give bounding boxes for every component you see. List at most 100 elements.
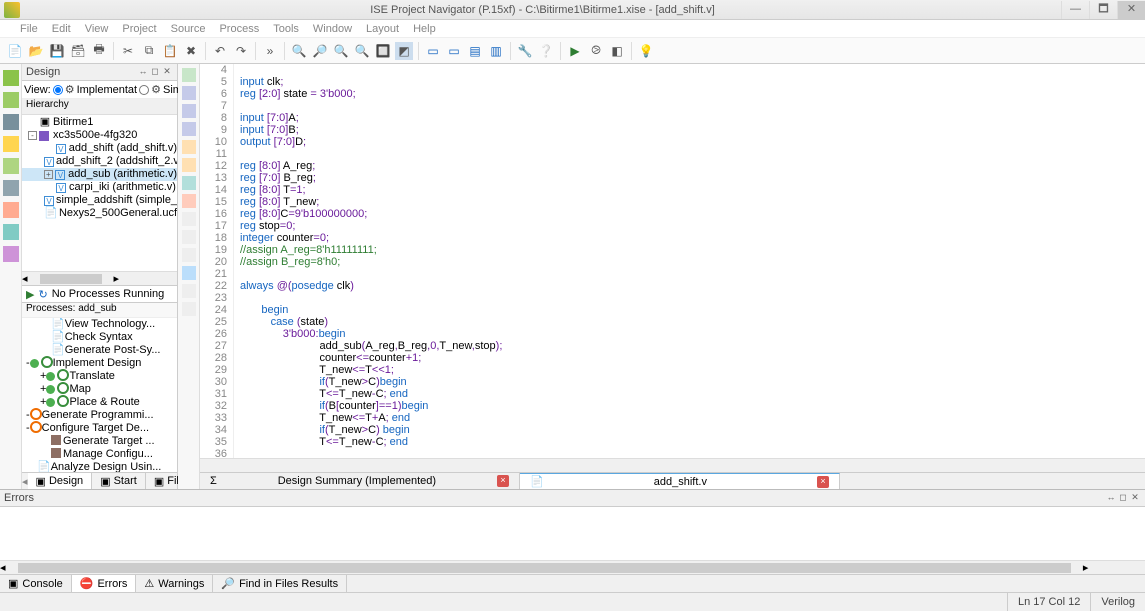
rail-icon-1[interactable] xyxy=(3,70,19,86)
errors-hscroll[interactable]: ◂▸ xyxy=(0,560,1145,574)
process-item[interactable]: -Generate Programmi... xyxy=(22,409,177,422)
menu-help[interactable]: Help xyxy=(413,23,436,35)
errors-close-icon[interactable]: ✕ xyxy=(1129,492,1141,504)
gutter-icon-6[interactable] xyxy=(182,158,196,172)
minimize-button[interactable]: — xyxy=(1061,1,1089,19)
process-item[interactable]: Generate Target ... xyxy=(22,435,177,448)
rail-icon-9[interactable] xyxy=(3,246,19,262)
gutter-icon-3[interactable] xyxy=(182,104,196,118)
window-tile2-icon[interactable]: ▭ xyxy=(445,42,463,60)
rail-icon-4[interactable] xyxy=(3,136,19,152)
play-all-icon[interactable]: ⧁ xyxy=(587,42,605,60)
view-simulation-radio[interactable] xyxy=(139,85,149,95)
gutter-icon-4[interactable] xyxy=(182,122,196,136)
errors-float-icon[interactable]: ◻ xyxy=(1117,492,1129,504)
close-button[interactable]: ✕ xyxy=(1117,1,1145,19)
left-tab-design[interactable]: ▣Design xyxy=(28,473,93,489)
bottom-tab-console[interactable]: ▣Console xyxy=(0,575,72,592)
gutter-icon-12[interactable] xyxy=(182,266,196,280)
tab-close-icon[interactable]: × xyxy=(497,475,509,487)
menu-edit[interactable]: Edit xyxy=(52,23,71,35)
menu-tools[interactable]: Tools xyxy=(273,23,299,35)
menu-project[interactable]: Project xyxy=(122,23,156,35)
menu-file[interactable]: File xyxy=(20,23,38,35)
rail-icon-3[interactable] xyxy=(3,114,19,130)
process-item[interactable]: +Place & Route xyxy=(22,396,177,409)
stop-icon[interactable]: ◧ xyxy=(608,42,626,60)
gutter-icon-10[interactable] xyxy=(182,230,196,244)
menu-window[interactable]: Window xyxy=(313,23,352,35)
cut-icon[interactable]: ✂ xyxy=(119,42,137,60)
process-item[interactable]: -Implement Design xyxy=(22,357,177,370)
hierarchy-item[interactable]: 📄Nexys2_500General.ucf xyxy=(22,207,177,220)
panel-arrow-icon[interactable]: ↔ xyxy=(137,66,149,78)
window-hsplit-icon[interactable]: ▤ xyxy=(466,42,484,60)
tab-close-icon[interactable]: × xyxy=(817,476,829,488)
wrench-icon[interactable]: 🔧 xyxy=(516,42,534,60)
zoom-in-icon[interactable]: 🔍 xyxy=(332,42,350,60)
play-icon[interactable]: ▶ xyxy=(566,42,584,60)
maximize-button[interactable]: 🗖 xyxy=(1089,1,1117,19)
panel-close-icon[interactable]: ✕ xyxy=(161,66,173,78)
rail-icon-7[interactable] xyxy=(3,202,19,218)
process-item[interactable]: -Configure Target De... xyxy=(22,422,177,435)
gutter-icon-8[interactable] xyxy=(182,194,196,208)
editor-tab[interactable]: ΣDesign Summary (Implemented)× xyxy=(200,473,520,489)
delete-icon[interactable]: ✖ xyxy=(182,42,200,60)
rail-icon-5[interactable] xyxy=(3,158,19,174)
process-item[interactable]: 📄View Technology... xyxy=(22,318,177,331)
copy-icon[interactable]: ⧉ xyxy=(140,42,158,60)
window-vsplit-icon[interactable]: ▥ xyxy=(487,42,505,60)
gutter-icon-5[interactable] xyxy=(182,140,196,154)
lightbulb-icon[interactable]: 💡 xyxy=(637,42,655,60)
play-small-icon[interactable]: ▶ xyxy=(26,288,34,301)
process-item[interactable]: Manage Configu... xyxy=(22,448,177,461)
rail-icon-2[interactable] xyxy=(3,92,19,108)
gutter-icon-11[interactable] xyxy=(182,248,196,262)
hierarchy-item[interactable]: Vadd_shift (add_shift.v) xyxy=(22,142,177,155)
find-icon[interactable]: 🔍 xyxy=(290,42,308,60)
run-step-icon[interactable]: » xyxy=(261,42,279,60)
expand-icon[interactable]: - xyxy=(28,131,37,140)
menu-layout[interactable]: Layout xyxy=(366,23,399,35)
bottom-tab-warnings[interactable]: ⚠Warnings xyxy=(136,575,213,592)
hierarchy-item[interactable]: Vcarpi_iki (arithmetic.v) xyxy=(22,181,177,194)
window-tile-icon[interactable]: ▭ xyxy=(424,42,442,60)
view-implementation-radio[interactable] xyxy=(53,85,63,95)
process-item[interactable]: 📄Analyze Design Usin... xyxy=(22,461,177,472)
processes-tree[interactable]: 📄View Technology...📄Check Syntax📄Generat… xyxy=(22,318,177,472)
bottom-tab-find-in-files-results[interactable]: 🔎Find in Files Results xyxy=(213,575,347,592)
refresh-icon[interactable]: ↻ xyxy=(38,288,47,301)
hierarchy-item[interactable]: Vadd_shift_2 (addshift_2.v) xyxy=(22,155,177,168)
panel-float-icon[interactable]: ◻ xyxy=(149,66,161,78)
menu-process[interactable]: Process xyxy=(219,23,259,35)
hierarchy-hscroll[interactable]: ◂▸ xyxy=(22,271,177,285)
rail-icon-6[interactable] xyxy=(3,180,19,196)
open-icon[interactable]: 📂 xyxy=(27,42,45,60)
expand-icon[interactable]: + xyxy=(44,170,53,179)
menu-view[interactable]: View xyxy=(85,23,109,35)
hierarchy-item[interactable]: ▣Bitirme1 xyxy=(22,116,177,129)
hierarchy-item[interactable]: -xc3s500e-4fg320 xyxy=(22,129,177,142)
hierarchy-item[interactable]: +Vadd_sub (arithmetic.v) xyxy=(22,168,177,181)
gutter-icon-2[interactable] xyxy=(182,86,196,100)
errors-arrow-icon[interactable]: ↔ xyxy=(1105,492,1117,504)
code-content[interactable]: input clk;reg [2:0] state = 3'b000;input… xyxy=(234,64,1145,458)
left-tab-start[interactable]: ▣Start xyxy=(92,473,146,489)
errors-body[interactable] xyxy=(0,507,1145,560)
print-icon[interactable]: 🖶 xyxy=(90,42,108,60)
save-icon[interactable]: 💾 xyxy=(48,42,66,60)
zoom-fit-icon[interactable]: 🔲 xyxy=(374,42,392,60)
bottom-tab-errors[interactable]: ⛔Errors xyxy=(72,575,137,592)
hierarchy-tree[interactable]: ▣Bitirme1-xc3s500e-4fg320Vadd_shift (add… xyxy=(22,115,177,271)
gutter-icon-9[interactable] xyxy=(182,212,196,226)
menu-source[interactable]: Source xyxy=(171,23,206,35)
process-item[interactable]: +Translate xyxy=(22,370,177,383)
gutter-icon-14[interactable] xyxy=(182,302,196,316)
find-next-icon[interactable]: 🔎 xyxy=(311,42,329,60)
paste-icon[interactable]: 📋 xyxy=(161,42,179,60)
code-editor[interactable]: 4567891011121314151617181920212223242526… xyxy=(200,64,1145,458)
saveall-icon[interactable]: 🗃 xyxy=(69,42,87,60)
zoom-area-icon[interactable]: ◩ xyxy=(395,42,413,60)
editor-hscroll[interactable] xyxy=(200,458,1145,472)
